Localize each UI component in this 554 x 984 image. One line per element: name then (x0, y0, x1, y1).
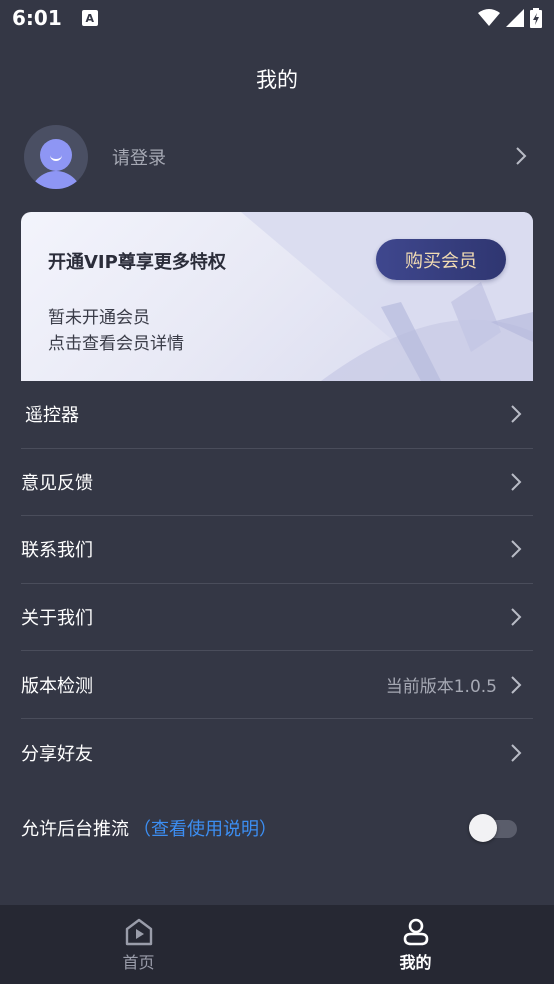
chevron-right-icon (511, 608, 522, 626)
tab-mine[interactable]: 我的 (277, 905, 554, 984)
profile-icon (403, 918, 428, 946)
menu-item-contact-us[interactable]: 联系我们 (21, 516, 533, 584)
vip-status-line1: 暂未开通会员 (48, 308, 150, 328)
background-push-toggle[interactable] (469, 814, 517, 842)
chevron-right-icon (511, 473, 522, 491)
menu-item-feedback[interactable]: 意见反馈 (21, 449, 533, 517)
usage-instructions-link[interactable]: （查看使用说明） (133, 815, 277, 841)
settings-menu: 遥控器 意见反馈 联系我们 关于我们 版本检测 当前版本1.0.5 分享好友 (21, 381, 533, 787)
chevron-right-icon (511, 744, 522, 762)
status-icons (478, 8, 542, 28)
battery-icon (530, 8, 542, 28)
vip-card[interactable]: 开通VIP尊享更多特权 购买会员 暂未开通会员 点击查看会员详情 (21, 212, 533, 381)
menu-item-label: 版本检测 (21, 675, 93, 697)
chevron-right-icon (516, 147, 527, 165)
profile-login-row[interactable]: 请登录 (24, 124, 534, 190)
background-push-label: 允许后台推流 (21, 819, 129, 840)
status-time: 6:01 (12, 6, 62, 30)
toggle-knob (469, 814, 497, 842)
menu-item-label: 遥控器 (25, 405, 79, 427)
tab-home-label: 首页 (122, 953, 155, 972)
home-play-icon (125, 918, 152, 946)
background-push-row: 允许后台推流 （查看使用说明） (21, 795, 533, 861)
signal-icon (506, 9, 524, 27)
menu-item-label: 关于我们 (21, 608, 93, 630)
vip-status: 暂未开通会员 点击查看会员详情 (48, 305, 184, 357)
bottom-tab-bar: 首页 我的 (0, 905, 554, 984)
menu-item-share-friends[interactable]: 分享好友 (21, 719, 533, 787)
menu-item-version-check[interactable]: 版本检测 当前版本1.0.5 (21, 651, 533, 719)
login-label[interactable]: 请登录 (112, 144, 166, 170)
wifi-icon (478, 9, 500, 26)
current-version-value: 当前版本1.0.5 (385, 677, 497, 698)
vip-title: 开通VIP尊享更多特权 (48, 252, 226, 273)
menu-item-remote-control[interactable]: 遥控器 (21, 381, 533, 449)
avatar[interactable] (24, 125, 88, 189)
menu-item-about-us[interactable]: 关于我们 (21, 584, 533, 652)
menu-item-label: 分享好友 (21, 743, 93, 765)
tab-home[interactable]: 首页 (0, 905, 277, 984)
tab-mine-label: 我的 (399, 953, 432, 972)
buy-vip-button[interactable]: 购买会员 (376, 239, 506, 280)
chevron-right-icon (511, 540, 522, 559)
app-notification-icon: A (81, 10, 98, 26)
vip-status-line2[interactable]: 点击查看会员详情 (48, 331, 184, 357)
chevron-right-icon (511, 675, 522, 694)
menu-item-label: 联系我们 (21, 540, 93, 562)
page-title: 我的 (256, 68, 298, 92)
status-bar: 6:01 A (0, 0, 554, 36)
chevron-right-icon (511, 405, 522, 424)
menu-item-label: 意见反馈 (21, 472, 93, 494)
avatar-body (30, 171, 82, 189)
